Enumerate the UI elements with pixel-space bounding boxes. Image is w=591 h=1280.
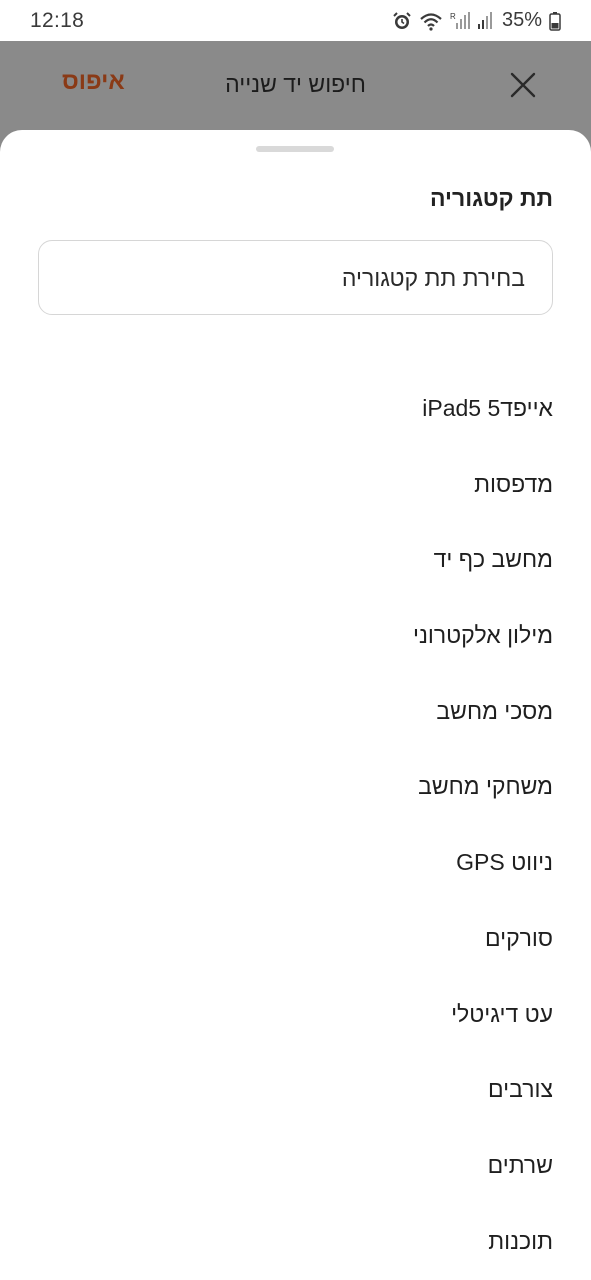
alarm-icon — [392, 11, 412, 31]
list-item[interactable]: מסכי מחשב — [38, 673, 553, 749]
list-item[interactable]: מחשב כף יד — [38, 521, 553, 597]
status-icons: R 35% — [392, 9, 561, 32]
screen: 12:18 R 35% איפוס חיפוש יד שנייה תת קטגו… — [0, 0, 591, 1280]
options-list: אייפד5 iPad5 מדפסות מחשב כף יד מילון אלק… — [38, 370, 553, 1278]
status-bar: 12:18 R 35% — [0, 0, 591, 41]
list-item[interactable]: תוכנות — [38, 1203, 553, 1279]
close-icon[interactable] — [509, 71, 537, 99]
wifi-icon — [419, 11, 443, 31]
list-item[interactable]: מדפסות — [38, 446, 553, 522]
header: איפוס חיפוש יד שנייה — [0, 41, 591, 141]
list-item[interactable]: ניווט GPS — [38, 824, 553, 900]
battery-icon — [549, 11, 561, 31]
section-title: תת קטגוריה — [429, 185, 553, 211]
svg-text:R: R — [450, 12, 456, 21]
list-item[interactable]: עט דיגיטלי — [38, 976, 553, 1052]
status-time: 12:18 — [30, 8, 85, 32]
list-item[interactable]: סורקים — [38, 900, 553, 976]
list-item[interactable]: שרתים — [38, 1127, 553, 1203]
list-item[interactable]: מילון אלקטרוני — [38, 597, 553, 673]
list-item[interactable]: אייפד5 iPad5 — [38, 370, 553, 446]
page-title: חיפוש יד שנייה — [225, 71, 366, 97]
subcategory-select[interactable]: בחירת תת קטגוריה — [38, 240, 553, 315]
bottom-sheet: תת קטגוריה בחירת תת קטגוריה אייפד5 iPad5… — [0, 130, 591, 1280]
signal-r-icon: R — [450, 11, 470, 31]
signal-icon — [477, 11, 495, 31]
list-item[interactable]: משחקי מחשב — [38, 748, 553, 824]
subcategory-select-placeholder: בחירת תת קטגוריה — [341, 265, 525, 291]
drag-handle[interactable] — [256, 146, 334, 152]
list-item[interactable]: צורבים — [38, 1051, 553, 1127]
battery-percent: 35% — [501, 9, 542, 31]
